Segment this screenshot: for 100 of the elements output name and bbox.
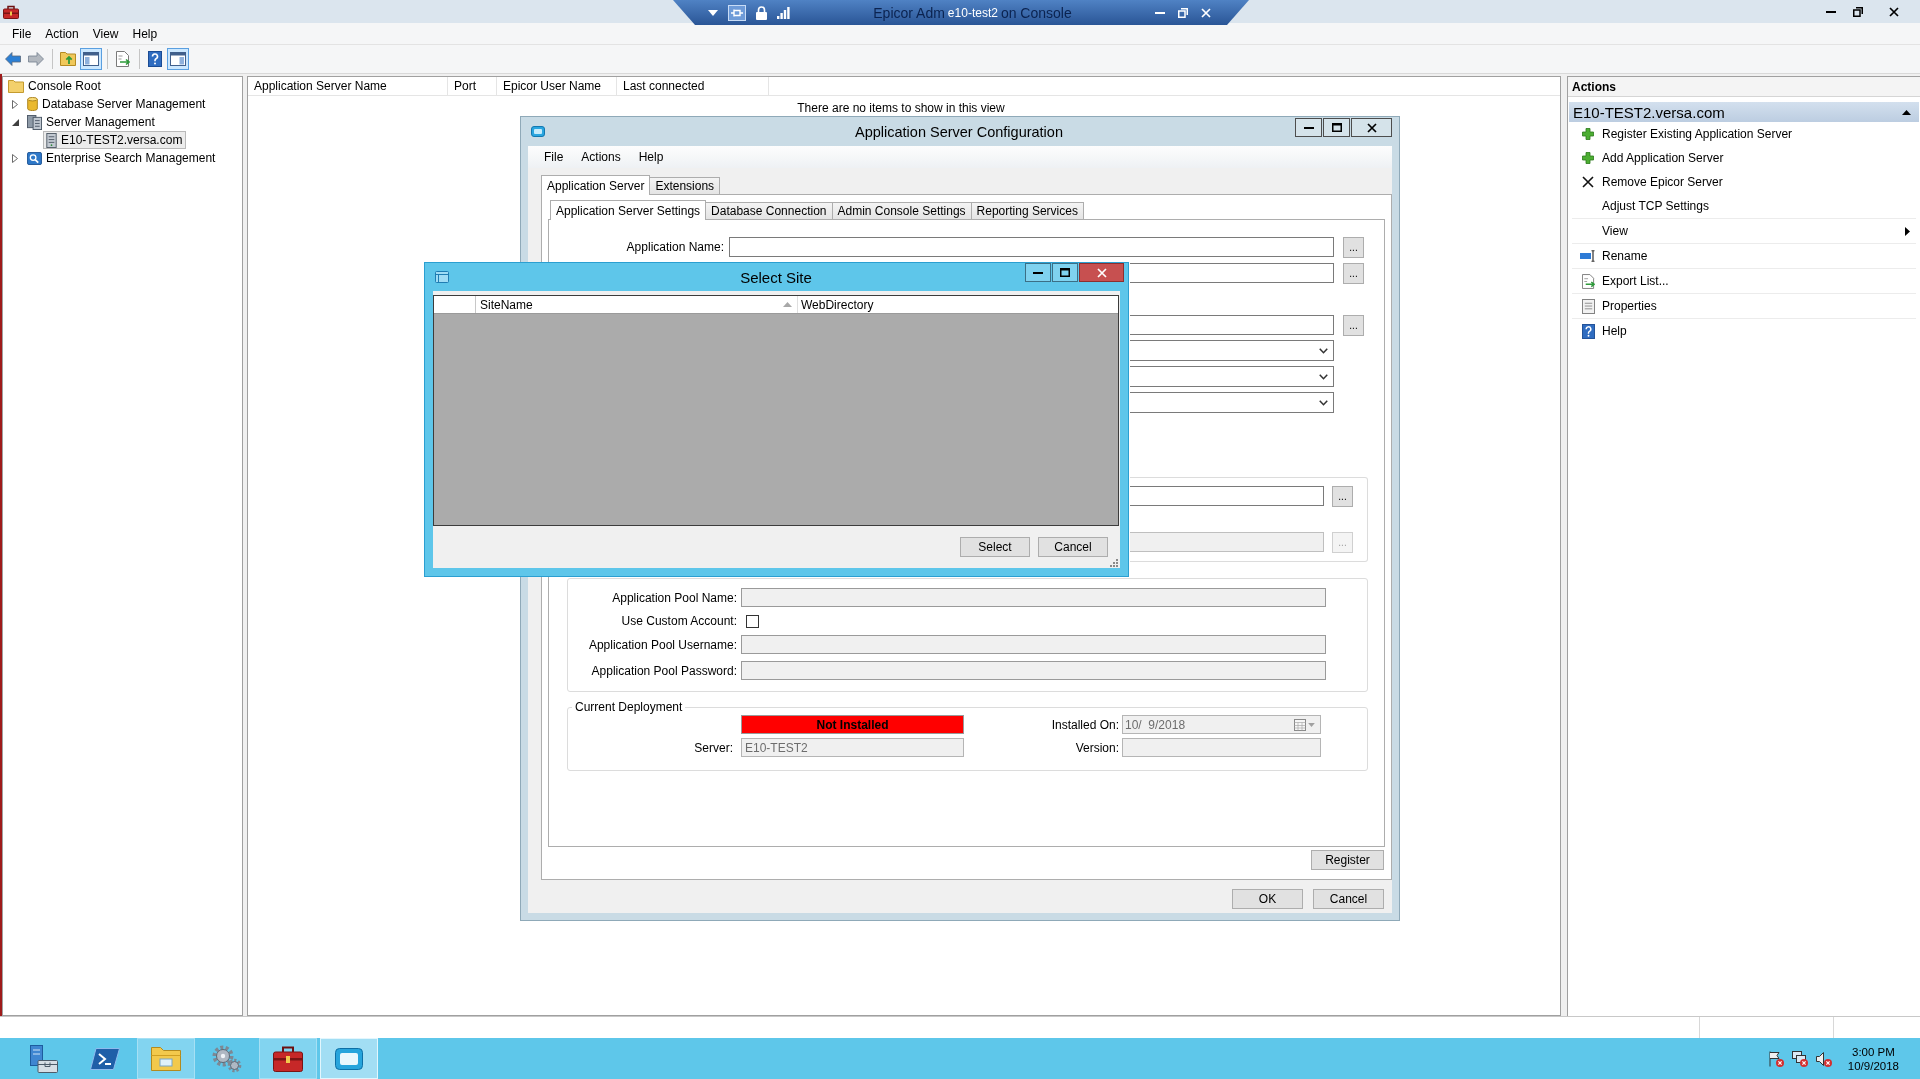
tab[interactable]: Application Server	[541, 175, 651, 195]
left-arrow-icon	[5, 52, 21, 66]
tree-item[interactable]: E10-TEST2.versa.com	[43, 131, 187, 149]
console-tree-button[interactable]	[80, 48, 102, 70]
dropdown[interactable]	[1130, 392, 1334, 413]
close-icon	[1096, 267, 1107, 278]
taskbar-button[interactable]	[259, 1038, 317, 1079]
tree-item[interactable]: Console Root	[5, 77, 105, 95]
command-link[interactable]: Remove Epicor Server	[1572, 170, 1916, 194]
text-cursor-icon	[1580, 250, 1596, 262]
action-pane-button[interactable]	[167, 48, 189, 70]
text-field[interactable]	[1130, 486, 1324, 506]
register-button[interactable]: Register	[1311, 850, 1384, 870]
help-icon	[148, 51, 162, 67]
browse-button[interactable]: ...	[1332, 485, 1353, 507]
window-title: on Console	[1000, 4, 1072, 21]
menu-item[interactable]: Actions	[572, 148, 630, 166]
column-header[interactable]: WebDirectory	[798, 296, 1118, 313]
window-icon	[335, 1047, 363, 1070]
expand-arrow-icon[interactable]	[11, 118, 19, 126]
restore-icon[interactable]	[1853, 6, 1863, 17]
expand-arrow-icon[interactable]	[12, 153, 18, 163]
column-header[interactable]: Epicor User Name	[497, 77, 617, 95]
command-link[interactable]: Help	[1572, 319, 1916, 343]
text-field[interactable]: E10-TEST2	[741, 738, 964, 757]
pane-title: Actions	[1568, 77, 1920, 97]
x-mark-icon	[1582, 176, 1594, 188]
minimize-icon[interactable]	[1826, 10, 1836, 13]
date-field[interactable]: 10/ 9/2018	[1122, 715, 1321, 734]
help-icon	[1581, 323, 1595, 339]
close-button[interactable]	[1351, 118, 1392, 137]
minimize-button[interactable]	[1025, 263, 1051, 282]
maximize-icon	[1331, 123, 1342, 132]
text-field[interactable]	[1130, 315, 1334, 335]
section-header[interactable]: E10-TEST2.versa.com	[1569, 102, 1919, 122]
app-icon	[531, 126, 545, 137]
menu-item[interactable]: Action	[38, 24, 86, 43]
minimize-button[interactable]	[1295, 118, 1322, 137]
menu-item[interactable]: Help	[125, 24, 165, 43]
close-button[interactable]	[1079, 263, 1124, 282]
chevron-icon	[1319, 347, 1328, 354]
column-header[interactable]: SiteName	[476, 296, 798, 313]
command-link[interactable]: Add Application Server	[1572, 146, 1916, 170]
tab[interactable]: Extensions	[649, 177, 721, 194]
dropdown[interactable]	[1130, 340, 1334, 361]
text-field[interactable]	[1130, 263, 1334, 283]
tab[interactable]: Database Connection	[705, 202, 833, 219]
dialog-button[interactable]: Select	[960, 537, 1030, 557]
flag-icon[interactable]	[1767, 1050, 1784, 1067]
status-banner: Not Installed	[741, 715, 964, 734]
column-header[interactable]: Last connected	[617, 77, 769, 95]
pin-icon[interactable]	[728, 4, 746, 21]
command-link[interactable]: View	[1572, 219, 1916, 243]
checkbox[interactable]	[746, 614, 759, 628]
maximize-button[interactable]	[1052, 263, 1078, 282]
tree-item[interactable]: Server Management	[24, 113, 159, 131]
field-label: Use Custom Account:	[621, 614, 737, 628]
calendar-icon	[1294, 718, 1306, 731]
tree-item[interactable]: Enterprise Search Management	[24, 149, 220, 167]
network-icon[interactable]	[1791, 1050, 1808, 1067]
text-field[interactable]	[729, 237, 1334, 257]
tab[interactable]: Admin Console Settings	[831, 202, 972, 219]
command-link[interactable]: Rename	[1572, 244, 1916, 268]
tree-item[interactable]: Database Server Management	[24, 95, 210, 113]
expand-arrow-icon[interactable]	[12, 99, 18, 109]
search-icon	[27, 151, 42, 165]
field-label: Server:	[694, 740, 733, 755]
clock-time: 3:00 PM	[1852, 1044, 1895, 1059]
tab[interactable]: Application Server Settings	[550, 200, 707, 220]
column-header[interactable]: Port	[448, 77, 497, 95]
chevron-icon	[1319, 373, 1328, 380]
menu-item[interactable]: Help	[629, 148, 673, 166]
close-icon[interactable]	[1889, 6, 1899, 17]
command-link[interactable]: Register Existing Application Server	[1572, 122, 1916, 146]
speaker-icon[interactable]	[1815, 1050, 1832, 1067]
command-link[interactable]: Properties	[1572, 294, 1916, 318]
empty-message: There are no items to show in this view	[797, 101, 1005, 115]
command-link[interactable]: Adjust TCP Settings	[1572, 194, 1916, 218]
database-icon	[27, 97, 38, 111]
browse-button[interactable]: ...	[1343, 314, 1364, 336]
command-link[interactable]: Export List...	[1572, 269, 1916, 293]
column-header[interactable]: Application Server Name	[248, 77, 448, 95]
submenu-arrow-icon	[1905, 226, 1910, 236]
field-label: Application Pool Username:	[588, 637, 737, 652]
tab[interactable]: Reporting Services	[970, 202, 1084, 219]
document-icon	[1581, 298, 1595, 314]
caret-icon[interactable]	[708, 9, 718, 16]
menu-item[interactable]: File	[535, 148, 573, 166]
collapse-arrow-icon[interactable]	[1902, 109, 1911, 115]
browse-button[interactable]: ...	[1343, 236, 1364, 258]
dialog-button[interactable]: Cancel	[1313, 889, 1384, 909]
text-field[interactable]	[1122, 738, 1321, 757]
dropdown[interactable]	[1130, 366, 1334, 387]
dialog-button[interactable]: OK	[1232, 889, 1303, 909]
browse-button[interactable]: ...	[1343, 262, 1364, 284]
dialog-button[interactable]: Cancel	[1038, 537, 1108, 557]
maximize-button[interactable]	[1323, 118, 1350, 137]
caret-icon	[1308, 722, 1315, 727]
menu-item[interactable]: File	[5, 24, 39, 43]
menu-item[interactable]: View	[85, 24, 126, 43]
